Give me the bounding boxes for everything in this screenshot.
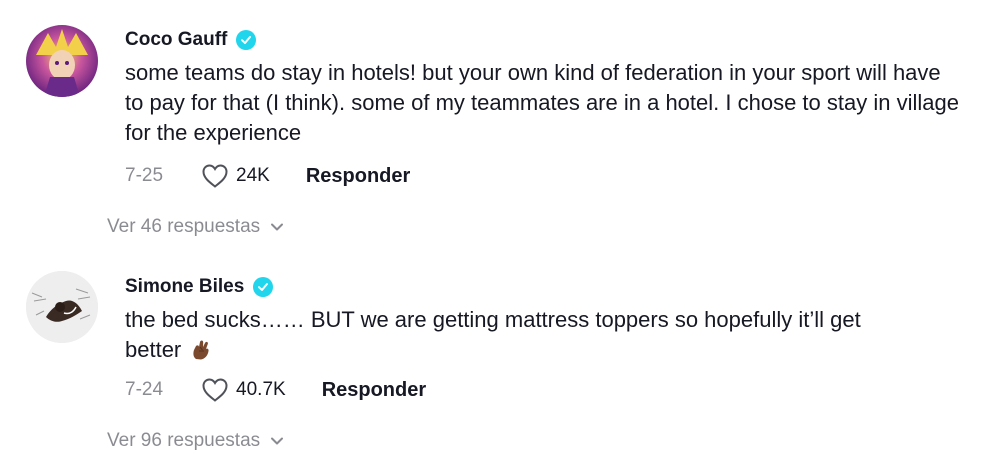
comment-date: 7-24: [125, 379, 164, 400]
verified-badge-icon: [236, 30, 257, 50]
like-count: 40.7K: [236, 379, 286, 400]
view-replies-label: Ver 46 respuestas: [107, 216, 261, 237]
comment-author[interactable]: Coco Gauff: [125, 29, 257, 51]
comment-item: Simone Biles the bed sucks…… BUT we are …: [0, 250, 981, 463]
author-name[interactable]: Simone Biles: [125, 276, 244, 298]
reply-button[interactable]: Responder: [306, 165, 410, 188]
like-button[interactable]: 40.7K: [201, 377, 286, 403]
view-replies-button[interactable]: Ver 96 respuestas: [107, 430, 284, 452]
comment-text: the bed sucks…… BUT we are getting mattr…: [125, 305, 915, 365]
view-replies-button[interactable]: Ver 46 respuestas: [107, 216, 284, 238]
chevron-down-icon: [271, 223, 284, 231]
chevron-down-icon: [271, 437, 284, 445]
like-count: 24K: [236, 165, 270, 186]
comment-author[interactable]: Simone Biles: [125, 276, 274, 298]
comment-text: some teams do stay in hotels! but your o…: [125, 60, 959, 145]
avatar[interactable]: [26, 271, 98, 343]
like-button[interactable]: 24K: [201, 163, 270, 189]
view-replies-label: Ver 96 respuestas: [107, 430, 261, 451]
author-name[interactable]: Coco Gauff: [125, 29, 227, 51]
avatar-image: [26, 271, 98, 343]
verified-badge-icon: [253, 277, 274, 297]
comment-text-body: the bed sucks…… BUT we are getting mattr…: [125, 307, 861, 362]
comment-date: 7-25: [125, 165, 164, 186]
avatar-image: [26, 25, 98, 97]
reply-button[interactable]: Responder: [322, 379, 426, 402]
crossed-fingers-icon: [193, 340, 209, 360]
comment-item: Coco Gauff some teams do stay in hotels!…: [0, 0, 981, 250]
comment-meta: 7-25 24K Responder: [125, 163, 410, 189]
heart-icon: [202, 378, 228, 402]
heart-icon: [202, 164, 228, 188]
comment-meta: 7-24 40.7K Responder: [125, 377, 426, 403]
avatar[interactable]: [26, 25, 98, 97]
